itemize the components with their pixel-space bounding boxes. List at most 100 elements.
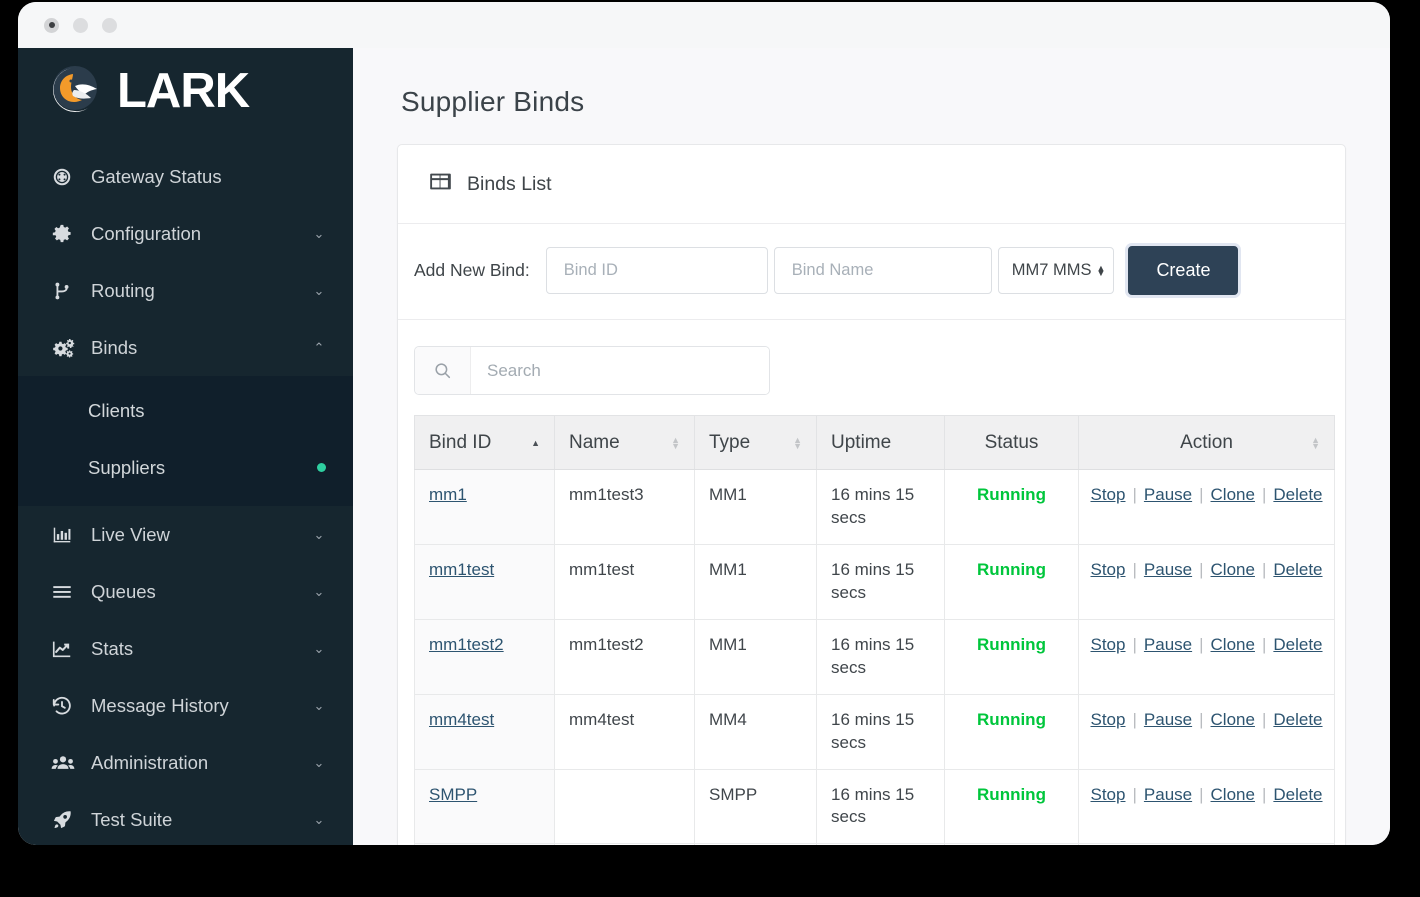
delete-action-link[interactable]: Delete xyxy=(1273,634,1322,657)
sidebar-subitem-label: Clients xyxy=(88,399,145,421)
search-input[interactable] xyxy=(471,347,769,394)
table-row: mm4test mm4test MM4 16 mins 15 secs Runn… xyxy=(414,693,1335,770)
sidebar-item-message-history[interactable]: Message History ⌄ xyxy=(18,677,353,734)
column-header-uptime[interactable]: Uptime xyxy=(816,415,945,470)
clone-action-link[interactable]: Clone xyxy=(1211,484,1255,507)
table-row: SMPP SMPP 16 mins 15 secs Running Stop | xyxy=(414,768,1335,845)
app-body: LARK Gateway Status Configuration ⌄ Rout… xyxy=(18,48,1390,845)
status-badge: Running xyxy=(977,634,1046,654)
sidebar-item-test-suite[interactable]: Test Suite ⌄ xyxy=(18,791,353,845)
create-bind-button[interactable]: Create xyxy=(1128,246,1239,295)
brand[interactable]: LARK xyxy=(18,48,353,134)
column-header-bind-id[interactable]: Bind ID ▲ xyxy=(414,415,555,470)
bind-id-input[interactable] xyxy=(545,247,768,294)
column-header-name[interactable]: Name ▲ ▼ xyxy=(554,415,695,470)
clone-action-link[interactable]: Clone xyxy=(1211,559,1255,582)
action-separator: | xyxy=(1132,559,1137,579)
desktop-backdrop: LARK Gateway Status Configuration ⌄ Rout… xyxy=(0,0,1420,897)
action-separator: | xyxy=(1261,709,1267,729)
bind-id-link[interactable]: mm1 xyxy=(429,485,467,504)
bind-id-link[interactable]: mm4test xyxy=(429,710,494,729)
stop-action-link[interactable]: Stop xyxy=(1091,559,1126,582)
sidebar-item-label: Test Suite xyxy=(91,808,173,830)
action-separator: | xyxy=(1199,485,1204,504)
sidebar-item-live-view[interactable]: Live View ⌄ xyxy=(18,506,353,563)
delete-action-link[interactable]: Delete xyxy=(1273,559,1322,582)
table-grid-icon xyxy=(428,169,453,199)
window-minimize-button[interactable] xyxy=(73,17,88,33)
search-zone xyxy=(398,320,1345,415)
cell-type: MM4 xyxy=(694,693,817,770)
delete-action-link[interactable]: Delete xyxy=(1273,784,1322,807)
chevron-down-icon: ⌄ xyxy=(313,527,325,542)
pause-action-link[interactable]: Pause xyxy=(1144,784,1192,807)
stop-action-link[interactable]: Stop xyxy=(1091,709,1126,732)
bind-id-link[interactable]: mm1test2 xyxy=(429,635,504,654)
sidebar-item-stats[interactable]: Stats ⌄ xyxy=(18,620,353,677)
pause-action-link[interactable]: Pause xyxy=(1144,634,1192,657)
chevron-down-icon: ⌄ xyxy=(313,755,325,770)
stop-action-link[interactable]: Stop xyxy=(1091,634,1126,657)
pause-action-link[interactable]: Pause xyxy=(1144,559,1192,582)
chevron-down-icon: ⌄ xyxy=(313,283,325,298)
sidebar-item-label: Stats xyxy=(91,637,134,659)
sidebar-subitem-label: Suppliers xyxy=(88,456,166,478)
sidebar-item-administration[interactable]: Administration ⌄ xyxy=(18,734,353,791)
sidebar-item-label: Configuration xyxy=(91,222,202,244)
stop-action-link[interactable]: Stop xyxy=(1091,784,1126,807)
window-zoom-button[interactable] xyxy=(102,17,117,33)
delete-action-link[interactable]: Delete xyxy=(1273,709,1322,732)
lark-bird-logo-icon xyxy=(51,64,105,118)
sidebar-item-configuration[interactable]: Configuration ⌄ xyxy=(18,205,353,262)
table-header-row: Bind ID ▲ Name ▲ ▼ Type ▲ ▼ Uptime Statu… xyxy=(414,415,1335,470)
column-label: Status xyxy=(984,431,1039,453)
bind-name-input[interactable] xyxy=(773,247,992,294)
sidebar-item-label: Queues xyxy=(91,580,156,602)
table-row: mm1test2 mm1test2 MM1 16 mins 15 secs Ru… xyxy=(414,618,1335,695)
pause-action-link[interactable]: Pause xyxy=(1144,484,1192,507)
cell-name xyxy=(554,768,695,845)
bind-type-select[interactable]: MM7 MMS ▲ ▼ xyxy=(997,247,1115,294)
active-status-dot-icon xyxy=(317,463,326,472)
pause-action-link[interactable]: Pause xyxy=(1144,709,1192,732)
clone-action-link[interactable]: Clone xyxy=(1211,709,1255,732)
chevron-down-icon: ⌄ xyxy=(313,226,325,241)
page-title: Supplier Binds xyxy=(401,86,585,117)
sidebar-item-routing[interactable]: Routing ⌄ xyxy=(18,262,353,319)
sidebar-subitem-clients[interactable]: Clients xyxy=(18,382,353,439)
column-header-action[interactable]: Action ▲ ▼ xyxy=(1078,415,1335,470)
action-separator: | xyxy=(1261,559,1267,579)
stop-action-link[interactable]: Stop xyxy=(1091,484,1126,507)
column-header-status[interactable]: Status xyxy=(944,415,1079,470)
route-branch-icon xyxy=(51,280,81,302)
column-header-type[interactable]: Type ▲ ▼ xyxy=(694,415,817,470)
brand-name: LARK xyxy=(117,63,250,118)
table-row: mm1test mm1test MM1 16 mins 15 secs Runn… xyxy=(414,543,1335,620)
chevron-down-icon: ⌄ xyxy=(313,698,325,713)
cell-name: mm1test xyxy=(554,543,695,620)
action-separator: | xyxy=(1261,485,1267,504)
window-close-button[interactable] xyxy=(44,17,59,33)
sidebar-item-label: Live View xyxy=(91,523,170,545)
clone-action-link[interactable]: Clone xyxy=(1211,634,1255,657)
sidebar: LARK Gateway Status Configuration ⌄ Rout… xyxy=(18,48,353,845)
bind-id-link[interactable]: SMPP xyxy=(429,785,477,804)
history-clock-icon xyxy=(51,695,81,717)
action-separator: | xyxy=(1261,634,1267,654)
clone-action-link[interactable]: Clone xyxy=(1211,784,1255,807)
bind-id-link[interactable]: mm1test xyxy=(429,560,494,579)
cell-type: SMPP xyxy=(694,768,817,845)
window-titlebar xyxy=(18,2,1390,48)
sidebar-item-gateway-status[interactable]: Gateway Status xyxy=(18,148,353,205)
card-title: Binds List xyxy=(467,172,552,195)
sidebar-item-queues[interactable]: Queues ⌄ xyxy=(18,563,353,620)
sidebar-subitem-suppliers[interactable]: Suppliers xyxy=(18,439,353,496)
users-icon xyxy=(51,752,81,774)
delete-action-link[interactable]: Delete xyxy=(1273,484,1322,507)
list-lines-icon xyxy=(51,581,81,603)
binds-list-card: Binds List Add New Bind: MM7 MMS ▲▼ xyxy=(397,144,1346,845)
column-label: Type xyxy=(709,431,751,453)
sidebar-item-binds[interactable]: Binds ⌃ xyxy=(18,319,353,376)
search-box[interactable] xyxy=(414,346,770,395)
sidebar-item-label: Binds xyxy=(91,336,138,358)
